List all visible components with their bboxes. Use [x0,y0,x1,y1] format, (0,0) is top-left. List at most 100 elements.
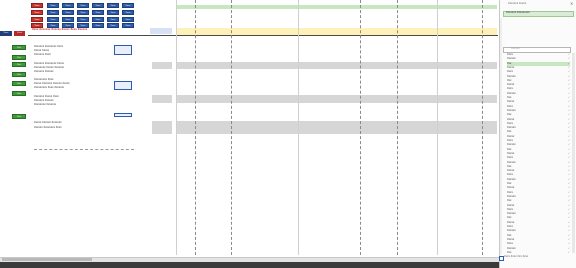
side-button[interactable]: Xxx [12,91,26,96]
band-green [176,5,497,9]
form-label: Xxxxxxx Xxxx [34,53,51,56]
side-button[interactable]: Xxx [12,55,26,60]
panel-item-label: Xxxx [507,53,513,56]
panel-item-label: Xxx [507,199,512,203]
band-gray-left-1 [152,62,172,69]
band-gray-3 [176,121,497,134]
grid-button[interactable]: Xxxx [107,10,119,15]
grid-button[interactable]: Xxxx [92,10,104,15]
input-box-c[interactable] [114,113,132,117]
side-button[interactable]: Xxx [12,114,26,119]
panel-item-label: Xxxx [507,242,513,246]
panel-item-label: Xxxxx [507,237,515,241]
panel-item-label: Xxxx [507,87,513,91]
panel-item-label: Xxxx [507,173,513,177]
panel-footer: Xxxx Xxxx Xxx Xxxx [504,255,529,258]
side-button[interactable]: Xxx [12,62,26,67]
check-icon: ✓ [567,250,570,254]
vline [195,0,196,255]
panel-item-label: Xxxxxx [507,229,516,233]
panel-item-label: Xxxx [507,139,513,142]
panel-item-label: Xxxxxx [507,126,516,130]
grid-button[interactable]: Xxxx [47,17,59,22]
grid-button[interactable]: Xxxx [122,23,134,28]
form-label: Xxxxxxx Xxxxx Xxxx [34,95,59,98]
form-label: Xxxxxxx Xxxxxx [34,99,54,102]
band-gray-left-3 [152,121,172,134]
grid-button[interactable]: Xxxx [31,17,43,22]
panel-scrollbar[interactable] [572,53,575,253]
side-button[interactable]: Xxx [12,81,26,86]
grid-button[interactable]: Xxxx [47,10,59,15]
grid-button[interactable]: Xxxx [77,10,89,15]
vline [482,0,483,255]
grid-button[interactable]: Xxxx [62,17,74,22]
grid-button[interactable]: Xxxx [77,3,89,8]
band-gray-1 [176,62,497,69]
input-box-a[interactable] [114,45,132,55]
panel-item-label: Xxxx [507,104,513,108]
panel-item-label: Xxxx [507,121,513,125]
form-label: Xxxxxxxx Xxxxxxx [34,103,57,106]
vline [231,0,232,255]
page-title: Xxxx Xxxxxxx Xxxxxx Xxxxx Xxxx Xxxxxx [32,28,88,31]
side-button[interactable]: Xxx [12,72,26,77]
panel-item-label: Xxxxx [507,169,515,173]
grid-button[interactable]: Xxxx [107,3,119,8]
panel-item-label: Xxxxxx [507,108,516,112]
panel-item-label: Xxxxxx [507,57,516,61]
side-button[interactable]: Xxx [12,45,26,50]
panel-item-label: Xxx [507,233,512,237]
form-label: Xxxxxx Xxxxxxxx Xxxx [34,126,62,129]
panel-item-label: Xxxxxx [507,143,516,147]
panel-item-label: Xxxx [507,190,513,194]
grid-button[interactable]: Xxxx [92,17,104,22]
form-label: Xxxxxxx Xxxxxx [34,70,54,73]
panel-item-label: Xxxxxx [507,212,516,216]
grid-button[interactable]: Xxxx [31,3,43,8]
grid-button[interactable]: Xxxx [62,3,74,8]
panel-item-label: Xxxxxx [507,160,516,164]
band-yellow [176,28,497,35]
panel-checkbox-icon[interactable] [499,256,504,261]
panel-item-label: Xxxxx [507,134,515,138]
nav-button-b[interactable]: Xxxx [14,31,25,36]
grid-button[interactable]: Xxxx [77,17,89,22]
form-label: Xxxxxxx Xxxxxxxx Xxxxx [34,62,65,65]
grid-button[interactable]: Xxxx [92,23,104,28]
panel-item-label: Xxxxxx [507,91,516,95]
panel-item-label: Xxxx [507,156,513,160]
grid-button[interactable]: Xxxx [107,17,119,22]
vline-light [176,0,177,255]
band-gray-2 [176,95,497,103]
vline-light [437,0,438,255]
grid-button[interactable]: Xxxx [92,3,104,8]
grid-button[interactable]: Xxxx [47,3,59,8]
nav-button-a[interactable]: Xxxx [0,31,12,36]
panel-item-label: Xxx [507,96,512,99]
vline-light [298,0,299,255]
panel-header-text: Xxxxxxx Xxxxxxxxx [506,11,530,14]
form-label: Xxxxxxxx Xxxxx Xxxxxxx [34,66,65,69]
grid-button[interactable]: Xxxx [62,10,74,15]
grid-button[interactable]: Xxxx [107,23,119,28]
grid-button[interactable]: Xxxx [122,10,134,15]
grid-button[interactable]: Xxxx [31,10,43,15]
vline [397,0,398,255]
selected-field[interactable] [150,28,172,34]
panel-item-label: Xxxxxx [507,246,516,250]
input-box-b[interactable] [114,81,132,90]
panel-item-label: Xxxxx [507,220,515,224]
status-bar [0,262,499,268]
header-divider [28,35,498,36]
grid-button[interactable]: Xxxx [122,3,134,8]
grid-button[interactable]: Xxxx [122,17,134,22]
panel-item-label: Xxxxx [507,100,515,104]
panel-item-label: Xxxxx [507,186,515,190]
form-bottom-rule [34,149,134,150]
panel-item-label: Xxxxx [507,117,515,121]
scrollbar-thumb[interactable] [2,258,92,261]
panel-item-label: Xxx [507,78,512,82]
panel-close-icon[interactable]: × [570,1,573,6]
panel-item-label: Xxxxx [507,151,515,155]
